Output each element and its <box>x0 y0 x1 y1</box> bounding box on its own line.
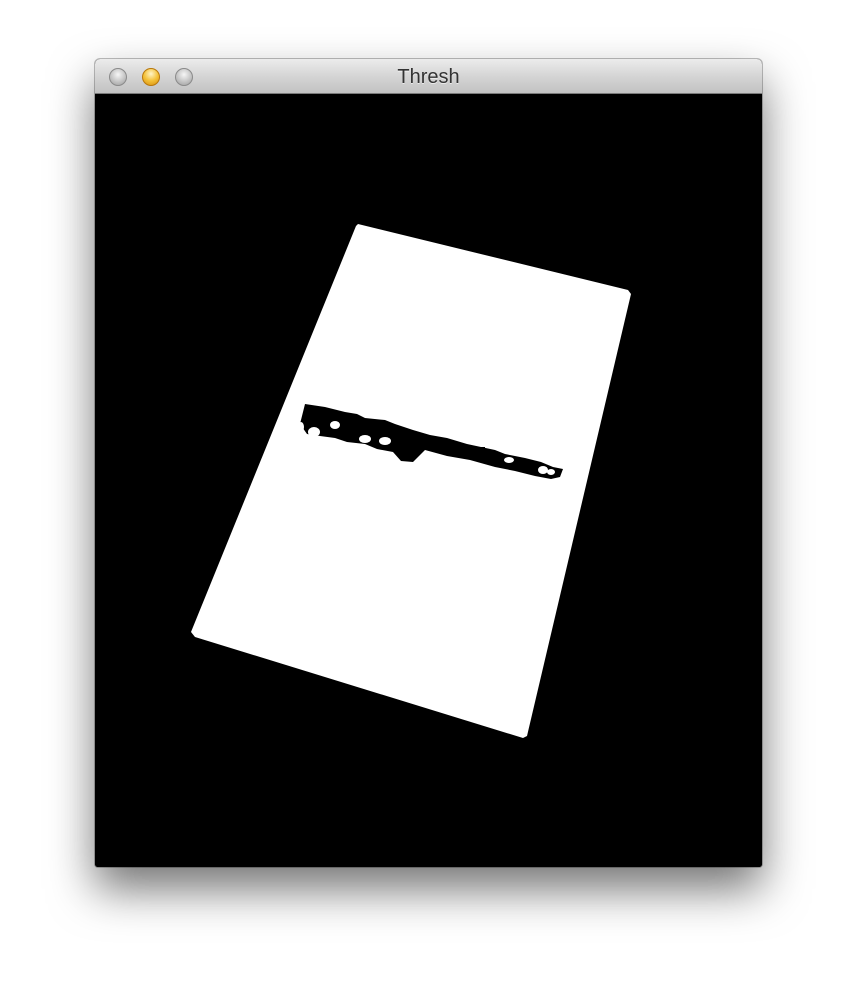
thresh-window: Thresh <box>95 59 762 867</box>
threshold-image <box>95 94 762 867</box>
image-view <box>95 94 762 867</box>
title-bar[interactable]: Thresh <box>95 59 762 94</box>
window-title: Thresh <box>397 66 460 88</box>
